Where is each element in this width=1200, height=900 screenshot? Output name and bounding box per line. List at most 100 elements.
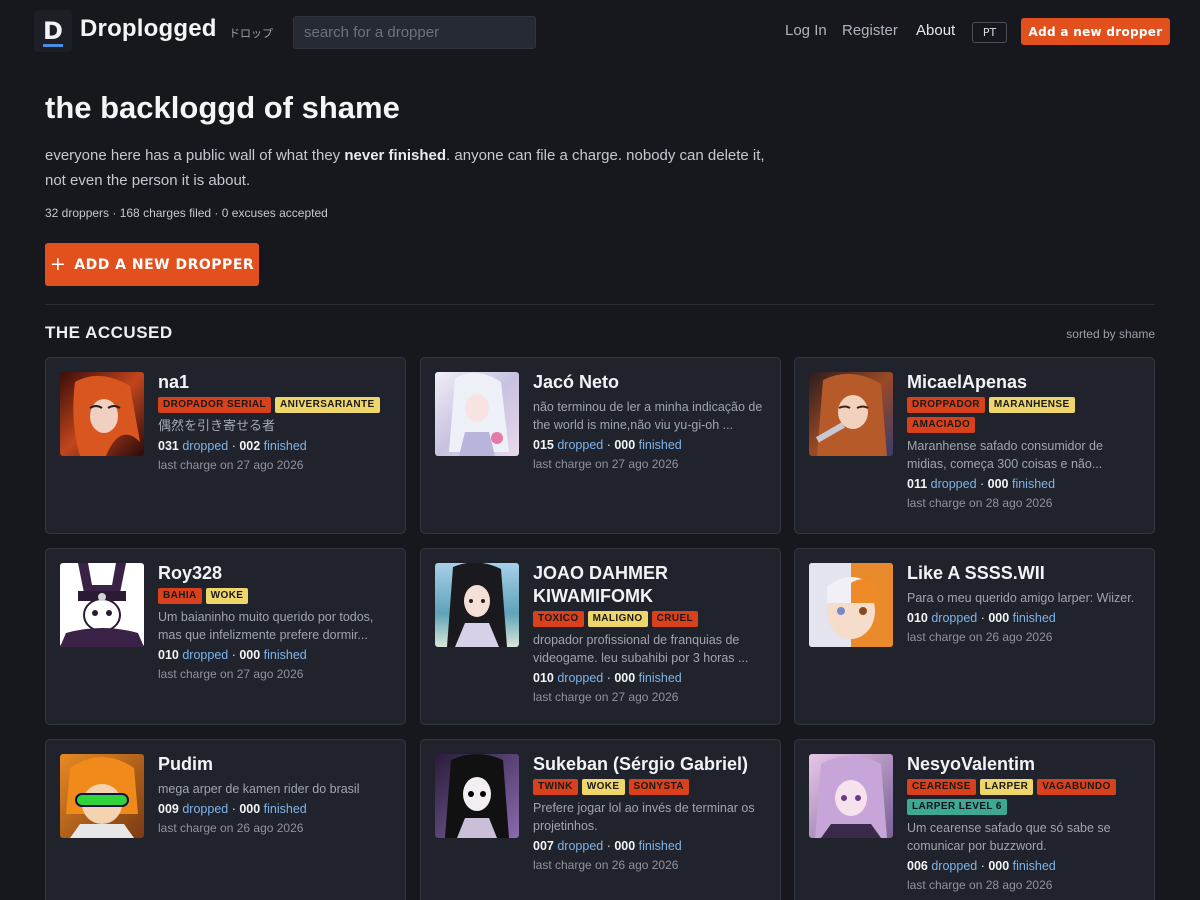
dropper-stats: 010 dropped · 000 finished — [907, 610, 1140, 627]
finished-count: 000 — [614, 671, 636, 685]
last-charge-date: last charge on 26 ago 2026 — [158, 821, 304, 835]
dropper-card[interactable]: Sukeban (Sérgio Gabriel) TWINK WOKE SONYSTA… — [420, 739, 781, 900]
hero-desc-part: everyone here has a public wall of what … — [45, 147, 345, 164]
tag-badge: MARANHENSE — [988, 397, 1075, 413]
dropper-stats: 007 dropped · 000 finished — [533, 838, 766, 855]
dropped-count: 007 — [533, 839, 554, 853]
dropped-label: dropped — [931, 859, 978, 873]
dropper-card[interactable]: JOAO DAHMER KIWAMIFOMK TOXICO MALIGNO CRUEL… — [420, 548, 781, 725]
logo-icon[interactable]: D — [34, 10, 72, 52]
dropper-name[interactable]: Roy328 — [158, 562, 391, 585]
dropper-name[interactable]: NesyoValentim — [907, 753, 1140, 776]
dropped-label: dropped — [930, 477, 977, 491]
last-charge-date: last charge on 26 ago 2026 — [533, 858, 679, 872]
avatar — [60, 754, 144, 838]
add-dropper-nav-button[interactable]: Add a new dropper — [1021, 18, 1170, 45]
dropper-stats: 015 dropped · 000 finished — [533, 437, 766, 454]
dropped-count: 011 — [907, 477, 928, 491]
finished-label: finished — [638, 671, 682, 685]
dropper-card[interactable]: Roy328 BAHIA WOKE Um baianinho muito querid… — [45, 548, 406, 725]
dropper-name[interactable]: na1 — [158, 371, 391, 394]
tag-badge: SONYSTA — [628, 779, 689, 795]
add-dropper-button-label: ADD A NEW DROPPER — [74, 256, 255, 273]
add-dropper-button[interactable]: + ADD A NEW DROPPER — [45, 243, 259, 286]
tag-list: TWINK WOKE SONYSTA — [533, 779, 766, 795]
dropper-name[interactable]: Like A SSSS.WII — [907, 562, 1140, 585]
dropper-description: Maranhense safado consumidor de midias, … — [907, 439, 1103, 471]
register-link[interactable]: Register — [842, 22, 898, 39]
stats-separator: · — [977, 859, 989, 873]
dropper-stats: 010 dropped · 000 finished — [158, 647, 391, 664]
finished-count: 000 — [988, 611, 1010, 625]
sort-label[interactable]: sorted by shame — [1066, 327, 1155, 341]
dropped-label: dropped — [557, 438, 604, 452]
dropper-description: mega arper de kamen rider do brasil — [158, 782, 360, 796]
finished-count: 000 — [614, 839, 636, 853]
tag-badge: WOKE — [581, 779, 625, 795]
last-charge-date: last charge on 27 ago 2026 — [158, 667, 304, 681]
dropped-count: 031 — [158, 439, 179, 453]
language-toggle[interactable]: PT — [972, 22, 1007, 43]
dropped-count: 006 — [907, 859, 928, 873]
dropper-name[interactable]: Jacó Neto — [533, 371, 766, 394]
tag-badge: LARPER LEVEL 6 — [907, 799, 1007, 815]
search-input[interactable] — [293, 16, 536, 49]
finished-label: finished — [263, 439, 307, 453]
dropped-count: 010 — [158, 648, 179, 662]
dropper-card[interactable]: NesyoValentim CEARENSE LARPER VAGABUNDO LARP… — [794, 739, 1155, 900]
dropper-name[interactable]: Pudim — [158, 753, 391, 776]
tag-badge: CRUEL — [651, 611, 699, 627]
avatar — [809, 372, 893, 456]
tag-list: DROPPADOR MARANHENSE AMACIADO — [907, 397, 1140, 433]
dropper-description: Para o meu querido amigo larper: Wiizer. — [907, 591, 1135, 605]
stats-separator: · — [976, 477, 988, 491]
dropper-description: Um baianinho muito querido por todos, ma… — [158, 610, 374, 642]
stats-separator: · — [603, 671, 615, 685]
avatar — [435, 754, 519, 838]
finished-label: finished — [263, 648, 307, 662]
tag-list: BAHIA WOKE — [158, 588, 391, 604]
about-link[interactable]: About — [916, 22, 955, 39]
dropper-stats: 006 dropped · 000 finished — [907, 858, 1140, 875]
finished-count: 000 — [239, 802, 261, 816]
dropper-card[interactable]: Like A SSSS.WII Para o meu querido amigo … — [794, 548, 1155, 725]
dropper-name[interactable]: MicaelApenas — [907, 371, 1140, 394]
dropper-card[interactable]: Pudim mega arper de kamen rider do brasil… — [45, 739, 406, 900]
last-charge-date: last charge on 27 ago 2026 — [533, 690, 679, 704]
dropper-description: Um cearense safado que só sabe se comuni… — [907, 821, 1111, 853]
dropper-stats: 010 dropped · 000 finished — [533, 670, 766, 687]
finished-count: 000 — [988, 859, 1010, 873]
last-charge-date: last charge on 28 ago 2026 — [907, 878, 1053, 892]
last-charge-date: last charge on 26 ago 2026 — [907, 630, 1053, 644]
last-charge-date: last charge on 27 ago 2026 — [533, 457, 679, 471]
card-body: Sukeban (Sérgio Gabriel) TWINK WOKE SONYSTA… — [533, 753, 766, 874]
finished-count: 000 — [239, 648, 261, 662]
dropped-label: dropped — [182, 802, 229, 816]
finished-count: 000 — [987, 477, 1009, 491]
tag-badge: AMACIADO — [907, 417, 976, 433]
dropper-card[interactable]: MicaelApenas DROPPADOR MARANHENSE AMACIADO M… — [794, 357, 1155, 534]
dropper-description: Prefere jogar lol ao invés de terminar o… — [533, 801, 755, 833]
dropper-name[interactable]: Sukeban (Sérgio Gabriel) — [533, 753, 766, 776]
tag-badge: ANIVERSARIANTE — [275, 397, 380, 413]
dropper-name[interactable]: JOAO DAHMER KIWAMIFOMK — [533, 562, 766, 608]
dropper-card[interactable]: Jacó Neto não terminou de ler a minha ind… — [420, 357, 781, 534]
site-stats: 32 droppers · 168 charges filed · 0 excu… — [45, 206, 328, 220]
avatar — [809, 754, 893, 838]
brand-name[interactable]: Droplogged — [80, 15, 217, 43]
finished-label: finished — [1012, 859, 1056, 873]
finished-count: 002 — [239, 439, 261, 453]
tag-list: CEARENSE LARPER VAGABUNDO LARPER LEVEL 6 — [907, 779, 1140, 815]
brand-kana: ドロップ — [229, 27, 273, 40]
dropper-card[interactable]: na1 DROPADOR SERIAL ANIVERSARIANTE 偶然を引き寄せる… — [45, 357, 406, 534]
tag-badge: TOXICO — [533, 611, 584, 627]
card-body: Pudim mega arper de kamen rider do brasil… — [158, 753, 391, 837]
tag-badge: LARPER — [979, 779, 1034, 795]
finished-label: finished — [263, 802, 307, 816]
dropper-description: dropador profissional de franquias de vi… — [533, 633, 749, 665]
dropped-label: dropped — [931, 611, 978, 625]
login-link[interactable]: Log In — [785, 22, 827, 39]
tag-badge: CEARENSE — [907, 779, 976, 795]
tag-badge: TWINK — [533, 779, 578, 795]
avatar — [435, 372, 519, 456]
